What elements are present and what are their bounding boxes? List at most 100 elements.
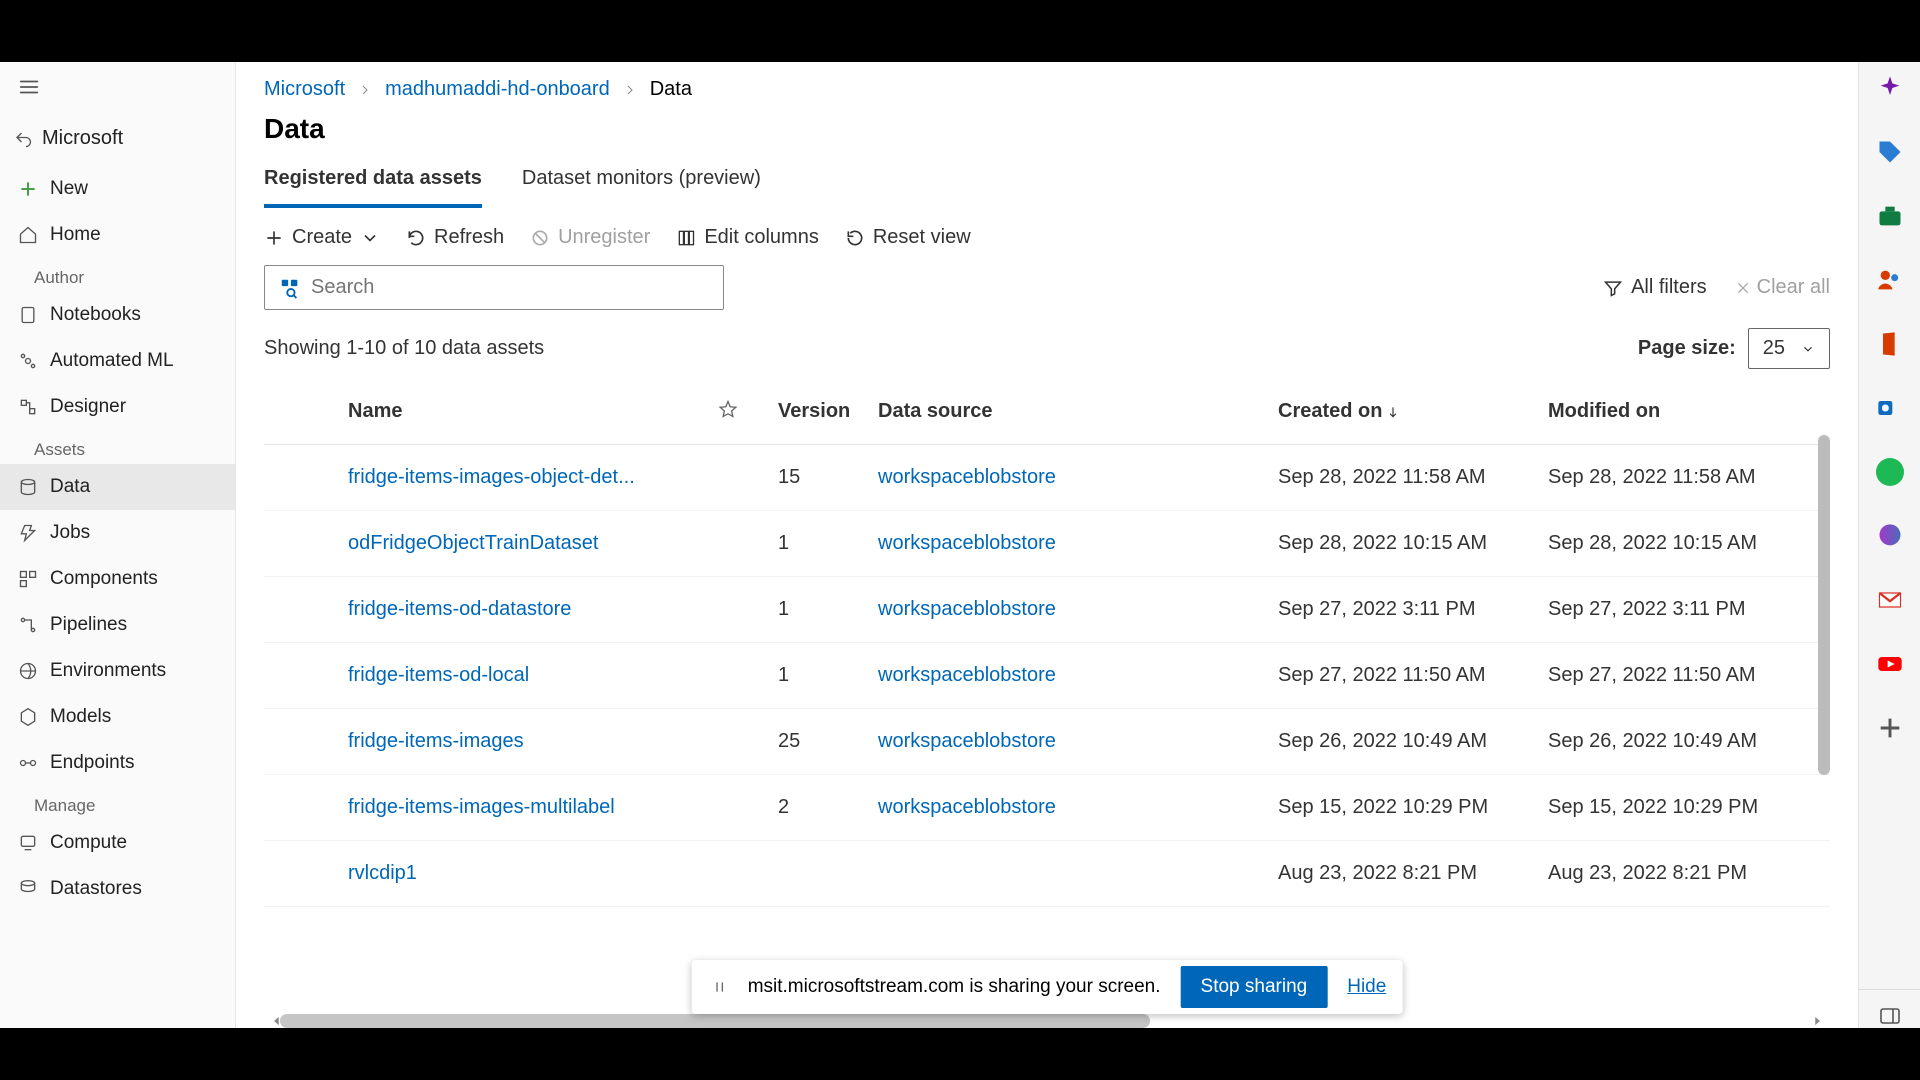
crumb-root[interactable]: Microsoft: [264, 78, 345, 101]
sidebar-pipelines[interactable]: Pipelines: [0, 602, 235, 648]
create-button[interactable]: Create: [264, 226, 380, 249]
sidebar-environments[interactable]: Environments: [0, 648, 235, 694]
sidebar-components[interactable]: Components: [0, 556, 235, 602]
crumb-current: Data: [650, 78, 692, 101]
add-icon[interactable]: [1876, 714, 1904, 742]
col-name[interactable]: Name: [348, 400, 718, 423]
col-created[interactable]: Created on: [1278, 400, 1548, 423]
asset-name[interactable]: fridge-items-od-datastore: [348, 598, 718, 621]
people-icon[interactable]: [1876, 266, 1904, 294]
chevron-down-icon: [360, 228, 380, 248]
table-row[interactable]: fridge-items-od-datastore 1 workspaceblo…: [264, 577, 1830, 643]
asset-name[interactable]: rvlcdip1: [348, 862, 718, 885]
asset-datasource[interactable]: workspaceblobstore: [878, 598, 1278, 621]
reset-view-button[interactable]: Reset view: [845, 226, 971, 249]
asset-modified: Sep 28, 2022 11:58 AM: [1548, 466, 1818, 489]
asset-modified: Sep 27, 2022 11:50 AM: [1548, 664, 1818, 687]
asset-created: Sep 27, 2022 3:11 PM: [1278, 598, 1548, 621]
col-modified[interactable]: Modified on: [1548, 400, 1818, 423]
stop-sharing-button[interactable]: Stop sharing: [1181, 966, 1328, 1008]
search-icon: [279, 277, 301, 299]
asset-modified: Sep 28, 2022 10:15 AM: [1548, 532, 1818, 555]
page-size-dropdown[interactable]: 25: [1748, 328, 1830, 369]
sidebar-jobs[interactable]: Jobs: [0, 510, 235, 556]
page-size-label: Page size:: [1638, 337, 1736, 360]
sidebar-home[interactable]: Home: [0, 212, 235, 258]
youtube-icon[interactable]: [1876, 650, 1904, 678]
sidebar-new[interactable]: New: [0, 166, 235, 212]
tab-registered[interactable]: Registered data assets: [264, 155, 482, 208]
briefcase-icon[interactable]: [1876, 202, 1904, 230]
sidebar-automl[interactable]: Automated ML: [0, 338, 235, 384]
asset-modified: Sep 15, 2022 10:29 PM: [1548, 796, 1818, 819]
office-icon[interactable]: [1876, 330, 1904, 358]
sidebar-compute[interactable]: Compute: [0, 820, 235, 866]
gmail-icon[interactable]: [1876, 586, 1904, 614]
clear-all-button: Clear all: [1735, 276, 1830, 299]
sidebar-notebooks[interactable]: Notebooks: [0, 292, 235, 338]
back-label: Microsoft: [42, 127, 123, 150]
all-filters-button[interactable]: All filters: [1603, 276, 1707, 299]
filter-icon: [1603, 278, 1623, 298]
hide-button[interactable]: Hide: [1347, 976, 1386, 998]
table-row[interactable]: rvlcdip1 Aug 23, 2022 8:21 PM Aug 23, 20…: [264, 841, 1830, 907]
asset-modified: Sep 27, 2022 3:11 PM: [1548, 598, 1818, 621]
asset-name[interactable]: fridge-items-images-multilabel: [348, 796, 718, 819]
crumb-workspace[interactable]: madhumaddi-hd-onboard: [385, 78, 610, 101]
asset-created: Sep 15, 2022 10:29 PM: [1278, 796, 1548, 819]
asset-datasource[interactable]: workspaceblobstore: [878, 730, 1278, 753]
asset-created: Sep 28, 2022 11:58 AM: [1278, 466, 1548, 489]
search-box[interactable]: [264, 265, 724, 310]
sidebar-models[interactable]: Models: [0, 694, 235, 740]
asset-created: Sep 28, 2022 10:15 AM: [1278, 532, 1548, 555]
messenger-icon[interactable]: [1876, 522, 1904, 550]
asset-name[interactable]: fridge-items-images: [348, 730, 718, 753]
table-row[interactable]: fridge-items-od-local 1 workspaceblobsto…: [264, 643, 1830, 709]
page-title: Data: [264, 113, 1830, 155]
horizontal-scrollbar[interactable]: [280, 1014, 1150, 1028]
tag-icon[interactable]: [1876, 138, 1904, 166]
asset-modified: Aug 23, 2022 8:21 PM: [1548, 862, 1818, 885]
refresh-button[interactable]: Refresh: [406, 226, 504, 249]
asset-name[interactable]: fridge-items-images-object-det...: [348, 466, 718, 489]
col-favorite[interactable]: [718, 399, 778, 425]
table-row[interactable]: fridge-items-images 25 workspaceblobstor…: [264, 709, 1830, 775]
asset-created: Sep 26, 2022 10:49 AM: [1278, 730, 1548, 753]
asset-datasource[interactable]: workspaceblobstore: [878, 664, 1278, 687]
col-version[interactable]: Version: [778, 400, 878, 423]
back-link[interactable]: Microsoft: [0, 115, 235, 166]
edit-columns-button[interactable]: Edit columns: [676, 226, 819, 249]
asset-datasource[interactable]: workspaceblobstore: [878, 532, 1278, 555]
asset-version: 2: [778, 796, 878, 819]
asset-datasource[interactable]: workspaceblobstore: [878, 466, 1278, 489]
sidebar-data[interactable]: Data: [0, 464, 235, 510]
sidebar-datastores[interactable]: Datastores: [0, 866, 235, 912]
tab-monitors[interactable]: Dataset monitors (preview): [522, 155, 761, 208]
asset-modified: Sep 26, 2022 10:49 AM: [1548, 730, 1818, 753]
asset-created: Sep 27, 2022 11:50 AM: [1278, 664, 1548, 687]
table-row[interactable]: fridge-items-images-multilabel 2 workspa…: [264, 775, 1830, 841]
table-row[interactable]: odFridgeObjectTrainDataset 1 workspacebl…: [264, 511, 1830, 577]
result-count: Showing 1-10 of 10 data assets: [264, 337, 544, 360]
copilot-icon[interactable]: [1876, 74, 1904, 102]
asset-name[interactable]: fridge-items-od-local: [348, 664, 718, 687]
section-manage: Manage: [0, 786, 235, 820]
col-datasource[interactable]: Data source: [878, 400, 1278, 423]
sidebar-designer[interactable]: Designer: [0, 384, 235, 430]
spotify-icon[interactable]: [1876, 458, 1904, 486]
sidebar-endpoints[interactable]: Endpoints: [0, 740, 235, 786]
screen-share-bar: msit.microsoftstream.com is sharing your…: [692, 960, 1403, 1014]
vertical-scrollbar[interactable]: [1818, 435, 1830, 775]
menu-toggle[interactable]: [0, 62, 235, 115]
chevron-down-icon: [1801, 342, 1815, 356]
close-icon: [1735, 280, 1751, 296]
outlook-icon[interactable]: [1876, 394, 1904, 422]
search-input[interactable]: [311, 276, 709, 299]
asset-version: 1: [778, 532, 878, 555]
table-row[interactable]: fridge-items-images-object-det... 15 wor…: [264, 445, 1830, 511]
asset-version: 1: [778, 598, 878, 621]
asset-name[interactable]: odFridgeObjectTrainDataset: [348, 532, 718, 555]
asset-created: Aug 23, 2022 8:21 PM: [1278, 862, 1548, 885]
collapse-panel-icon[interactable]: [1878, 1004, 1902, 1028]
asset-datasource[interactable]: workspaceblobstore: [878, 796, 1278, 819]
